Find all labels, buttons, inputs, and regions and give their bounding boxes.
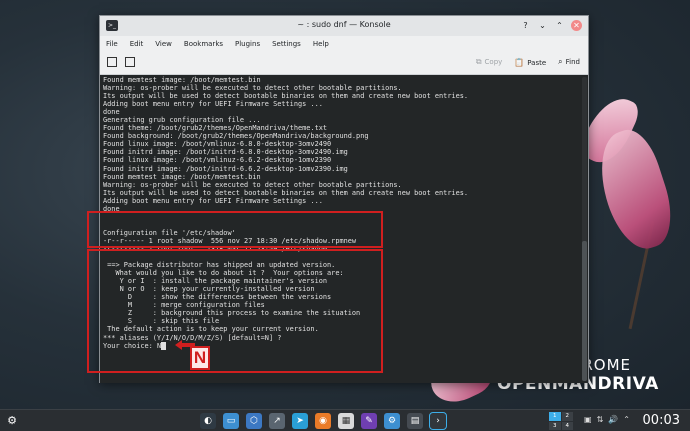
menu-bookmarks[interactable]: Bookmarks [184,40,223,48]
office-icon[interactable]: ✎ [361,413,377,429]
terminal-line: Found memtest image: /boot/memtest.bin [103,172,261,181]
terminal-line: Found linux image: /boot/vmlinuz-6.8.0-d… [103,140,332,149]
copy-label: Copy [484,58,503,66]
terminal-line: done [103,108,120,117]
terminal-line: Found theme: /boot/grub2/themes/OpenMand… [103,124,328,133]
terminal-line: Adding boot menu entry for UEFI Firmware… [103,196,323,205]
terminal-line: Its output will be used to detect bootab… [103,92,469,101]
menu-bar: File Edit View Bookmarks Plugins Setting… [100,36,588,52]
terminal-line: Found memtest image: /boot/memtest.bin [103,76,261,84]
maximize-icon[interactable]: ⌃ [554,20,565,31]
system-monitor-icon[interactable]: ▤ [407,413,423,429]
window-title: ~ : sudo dnf — Konsole [297,20,391,29]
desktop-4[interactable]: 4 [561,421,573,430]
close-icon[interactable]: ✕ [571,20,582,31]
terminal-line: Adding boot menu entry for UEFI Firmware… [103,100,323,109]
package-manager-icon[interactable]: ▦ [338,413,354,429]
system-tray: ▣ ⇅ 🔊 ⌃ [584,415,630,424]
menu-view[interactable]: View [155,40,172,48]
menu-help[interactable]: Help [313,40,329,48]
help-icon[interactable]: ? [520,20,531,31]
network-status-icon[interactable]: ⇅ [597,415,604,424]
paste-label: Paste [527,58,547,67]
terminal-line: Its output will be used to detect bootab… [103,188,469,197]
clock[interactable]: 00:03 [643,413,680,428]
konsole-task-icon[interactable]: › [429,412,447,430]
terminal-line: Found linux image: /boot/vmlinuz-6.6.2-d… [103,156,332,165]
terminal-line: Found initrd image: /boot/initrd-6.6.2-d… [103,164,348,173]
minimize-icon[interactable]: ⌄ [537,20,548,31]
taskbar: ⚙ ◐ ▭ ⬡ ↗ ➤ ◉ ▦ ✎ ⚙ ▤ › 1 2 3 4 ▣ ⇅ 🔊 ⌃ … [0,409,690,431]
search-icon: ⌕ [558,57,563,66]
annotation-label: N [190,346,210,370]
scrollbar-thumb[interactable] [582,241,587,381]
network-icon[interactable]: ⬡ [246,413,262,429]
file-manager-icon[interactable]: ▭ [223,413,239,429]
copy-button[interactable]: ⧉ Copy [476,57,502,67]
window-titlebar[interactable]: >_ ~ : sudo dnf — Konsole ? ⌄ ⌃ ✕ [100,16,588,36]
openmandriva-launcher-icon[interactable]: ⚙ [4,413,20,429]
terminal-scrollbar[interactable] [582,77,587,381]
paste-button[interactable]: 📋 Paste [514,58,546,67]
terminal-line: Warning: os-prober will be executed to d… [103,180,402,189]
clipboard-icon[interactable]: ▣ [584,415,592,424]
menu-edit[interactable]: Edit [130,40,144,48]
terminal-line: Found background: /boot/grub2/themes/Ope… [103,132,369,141]
terminal-line: Generating grub configuration file ... [103,116,261,125]
toolbar: ⧉ Copy 📋 Paste ⌕ Find [100,52,588,75]
menu-plugins[interactable]: Plugins [235,40,260,48]
desktop-2[interactable]: 2 [561,412,573,421]
app-launcher-icon[interactable]: ↗ [269,413,285,429]
desktop-3[interactable]: 3 [549,421,561,430]
terminal-line: Warning: os-prober will be executed to d… [103,84,402,93]
volume-icon[interactable]: 🔊 [608,415,618,424]
desktop-1[interactable]: 1 [549,412,561,421]
copy-icon: ⧉ [475,57,482,66]
annotation-box-config-file [87,211,383,248]
annotation-box-options [87,249,383,373]
new-tab-icon[interactable] [107,57,117,67]
split-view-icon[interactable] [125,57,135,67]
tray-expand-icon[interactable]: ⌃ [623,415,630,424]
menu-file[interactable]: File [106,40,118,48]
telegram-icon[interactable]: ➤ [292,413,308,429]
virtual-desktop-pager[interactable]: 1 2 3 4 [549,412,573,430]
menu-settings[interactable]: Settings [272,40,301,48]
overview-icon[interactable]: ◐ [200,413,216,429]
paste-icon: 📋 [514,57,525,67]
settings-icon[interactable]: ⚙ [384,413,400,429]
terminal-line: Found initrd image: /boot/initrd-6.8.0-d… [103,148,348,157]
find-button[interactable]: ⌕ Find [558,57,580,67]
find-label: Find [565,58,580,66]
firefox-icon[interactable]: ◉ [315,413,331,429]
